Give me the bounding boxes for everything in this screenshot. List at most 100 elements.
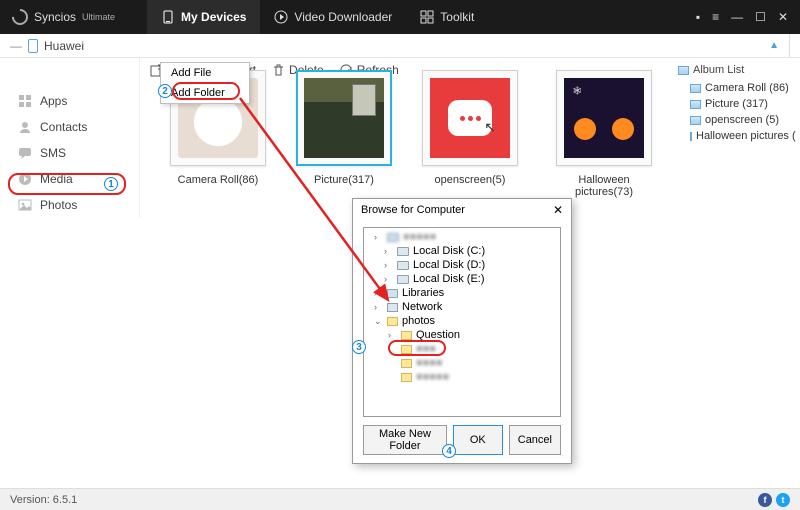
album-list-item-label: Camera Roll (86) (705, 82, 789, 94)
drive-icon (397, 247, 409, 256)
top-tabs: My Devices Video Downloader Toolkit (147, 0, 488, 34)
album-picture[interactable]: Picture(317) (296, 70, 392, 198)
album-list-item[interactable]: Camera Roll (86) (678, 80, 796, 96)
picture-icon (678, 66, 689, 75)
apps-icon (18, 94, 32, 108)
tree-node[interactable]: ■■■ (366, 342, 558, 356)
device-collapse-icon[interactable]: — (10, 39, 22, 53)
album-thumb: 🕸 (556, 70, 652, 166)
tree-label: Question (416, 329, 460, 341)
album-openscreen[interactable]: ↖ openscreen(5) (422, 70, 518, 198)
add-dropdown: Add File Add Folder (160, 62, 250, 104)
tree-node-network[interactable]: ›Network (366, 300, 558, 314)
album-label: Halloween pictures(73) (548, 174, 660, 198)
expand-down-icon[interactable]: ⌄ (374, 316, 383, 327)
picture-icon (690, 116, 701, 125)
media-icon (18, 172, 32, 186)
close-icon[interactable]: ✕ (778, 10, 788, 24)
browse-dialog: Browse for Computer ✕ ›■■■■■ ›Local Disk… (352, 198, 572, 464)
tree-node[interactable]: ›■■■■■ (366, 230, 558, 244)
computer-icon (387, 233, 399, 242)
phone-icon (161, 10, 175, 24)
album-halloween[interactable]: 🕸 Halloween pictures(73) (548, 70, 660, 198)
sms-icon (18, 146, 32, 160)
photos-icon (18, 198, 32, 212)
network-icon (387, 303, 398, 312)
folder-icon (401, 331, 412, 340)
device-eject-icon[interactable]: ▲ (769, 40, 779, 51)
tab-toolkit[interactable]: Toolkit (406, 0, 488, 34)
app-edition: Ultimate (82, 12, 115, 22)
album-list-item-label: Picture (317) (705, 98, 768, 110)
window-controls: ▪ ≡ — ☐ ✕ (696, 10, 800, 24)
album-list-header-label: Album List (693, 64, 744, 76)
album-list-panel: Album List Camera Roll (86) Picture (317… (678, 64, 796, 144)
make-new-folder-button[interactable]: Make New Folder (363, 425, 447, 455)
divider (789, 34, 790, 57)
tab-video-label: Video Downloader (294, 10, 392, 24)
minimize-icon[interactable]: — (731, 10, 743, 24)
drive-icon (397, 275, 409, 284)
album-list-item-label: Halloween pictures (73) (696, 130, 796, 142)
tree-node[interactable]: ■■■■ (366, 356, 558, 370)
notify-icon[interactable]: ▪ (696, 10, 700, 24)
sidebar-item-photos[interactable]: Photos (0, 192, 139, 218)
tree-label: Local Disk (D:) (413, 259, 485, 271)
sidebar-media-label: Media (40, 172, 73, 186)
sidebar: Apps Contacts SMS Media Photos (0, 58, 140, 218)
version-label: Version: 6.5.1 (10, 494, 77, 506)
tab-toolkit-label: Toolkit (440, 10, 474, 24)
tree-node-question[interactable]: ›Question (366, 328, 558, 342)
play-circle-icon (274, 10, 288, 24)
folder-icon (401, 345, 412, 354)
contacts-icon (18, 120, 32, 134)
album-thumb (296, 70, 392, 166)
grid-icon (420, 10, 434, 24)
tree-label: Network (402, 301, 442, 313)
title-bar: Syncios Ultimate My Devices Video Downlo… (0, 0, 800, 34)
facebook-icon[interactable]: f (758, 493, 772, 507)
tab-my-devices[interactable]: My Devices (147, 0, 260, 34)
dialog-title: Browse for Computer (361, 204, 465, 216)
album-label: openscreen(5) (435, 174, 506, 186)
album-list-header: Album List (678, 64, 796, 76)
twitter-icon[interactable]: t (776, 493, 790, 507)
sidebar-contacts-label: Contacts (40, 120, 87, 134)
maximize-icon[interactable]: ☐ (755, 10, 766, 24)
device-name[interactable]: Huawei (44, 39, 84, 53)
tree-node-c[interactable]: ›Local Disk (C:) (366, 244, 558, 258)
tree-node-e[interactable]: ›Local Disk (E:) (366, 272, 558, 286)
sidebar-item-contacts[interactable]: Contacts (0, 114, 139, 140)
folder-tree[interactable]: ›■■■■■ ›Local Disk (C:) ›Local Disk (D:)… (363, 227, 561, 417)
sidebar-item-apps[interactable]: Apps (0, 88, 139, 114)
dialog-close-icon[interactable]: ✕ (553, 203, 563, 217)
tree-node[interactable]: ■■■■■ (366, 370, 558, 384)
sidebar-sms-label: SMS (40, 146, 66, 160)
drive-icon (397, 261, 409, 270)
app-logo-icon (9, 6, 32, 29)
ok-button[interactable]: OK (453, 425, 503, 455)
album-list-item[interactable]: Picture (317) (678, 96, 796, 112)
device-bar: — Huawei ▲ (0, 34, 800, 58)
cancel-button[interactable]: Cancel (509, 425, 561, 455)
sidebar-item-sms[interactable]: SMS (0, 140, 139, 166)
tree-node-photos[interactable]: ⌄photos (366, 314, 558, 328)
tree-label: Libraries (402, 287, 444, 299)
folder-icon (387, 317, 398, 326)
album-label: Picture(317) (314, 174, 374, 186)
add-file-item[interactable]: Add File (161, 63, 249, 83)
folder-icon (387, 289, 398, 298)
folder-icon (401, 373, 412, 382)
sidebar-item-media[interactable]: Media (0, 166, 139, 192)
tab-video-downloader[interactable]: Video Downloader (260, 0, 406, 34)
add-folder-item[interactable]: Add Folder (161, 83, 249, 103)
album-list-item[interactable]: Halloween pictures (73) (678, 128, 796, 144)
tree-node-libraries[interactable]: ›Libraries (366, 286, 558, 300)
picture-icon (690, 100, 701, 109)
tree-node-d[interactable]: ›Local Disk (D:) (366, 258, 558, 272)
album-list-item-label: openscreen (5) (705, 114, 779, 126)
sidebar-photos-label: Photos (40, 198, 77, 212)
sidebar-apps-label: Apps (40, 94, 67, 108)
album-list-item[interactable]: openscreen (5) (678, 112, 796, 128)
menu-icon[interactable]: ≡ (712, 10, 719, 24)
